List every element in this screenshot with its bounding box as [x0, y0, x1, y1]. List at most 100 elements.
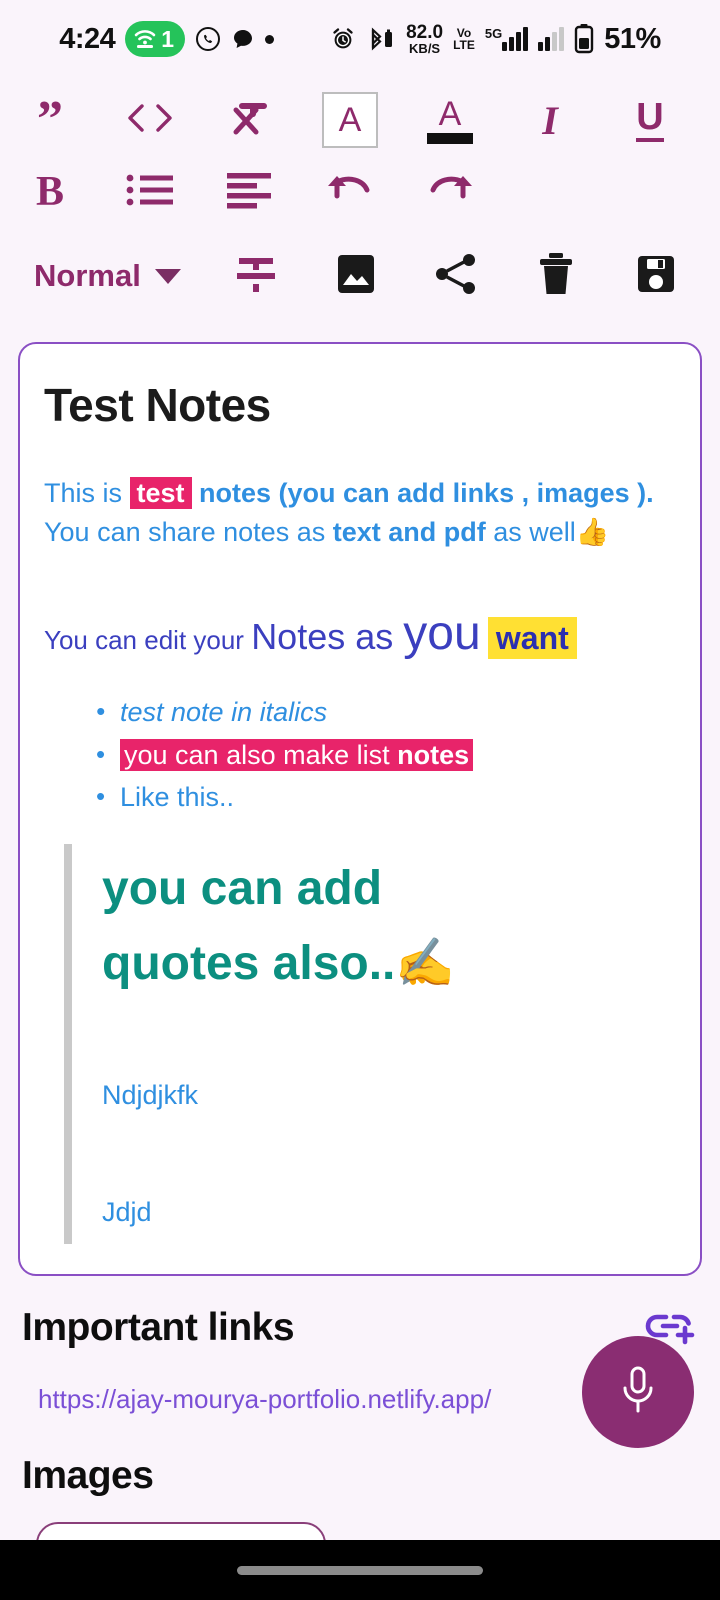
image-icon: [333, 251, 379, 302]
para1-line2-b: text and pdf: [332, 517, 486, 548]
links-section-header: Important links: [22, 1304, 698, 1353]
para2-highlight: want: [487, 617, 577, 660]
share-button[interactable]: [406, 228, 506, 324]
blockquote-line-2-text: quotes also..: [102, 937, 396, 991]
note-blockquote-empty[interactable]: [64, 1009, 676, 1064]
italic-button[interactable]: I: [500, 84, 600, 156]
undo-icon: [324, 170, 376, 215]
note-editor-card[interactable]: Test Notes This is test notes (you can a…: [18, 342, 702, 1276]
undo-button[interactable]: [300, 156, 400, 228]
bold-button[interactable]: B: [0, 156, 100, 228]
blockquote-button[interactable]: ”: [0, 84, 100, 156]
network-speed-indicator: 82.0 KB/S: [406, 23, 443, 55]
editor-toolbar: ” A A I U B Normal: [0, 78, 720, 328]
microphone-icon: [618, 1364, 658, 1421]
toolbar-row-3: Normal: [0, 228, 720, 324]
note-title[interactable]: Test Notes: [44, 378, 676, 432]
background-color-icon: A: [322, 92, 378, 148]
volte-bottom-label: LTE: [453, 38, 475, 52]
toolbar-row-2: B: [0, 156, 720, 228]
redo-icon: [424, 170, 476, 215]
alarm-clock-icon: [330, 26, 356, 52]
note-paragraph-2[interactable]: You can edit your Notes as you want: [44, 598, 676, 670]
whatsapp-icon: [195, 26, 221, 52]
chevron-down-icon: [154, 268, 181, 284]
blockquote-item-1-text: Ndjdjkfk: [102, 1079, 199, 1110]
text-color-letter: A: [438, 94, 462, 133]
clear-format-button[interactable]: [200, 84, 300, 156]
network-speed-unit: KB/S: [409, 41, 441, 56]
code-icon: [124, 100, 176, 141]
line-height-icon: [233, 252, 279, 301]
chat-bubble-icon: [231, 27, 255, 51]
save-note-button[interactable]: [606, 228, 706, 324]
blockquote-line-1: you can add: [102, 861, 383, 915]
status-time: 4:24: [59, 22, 116, 55]
links-section-title: Important links: [22, 1306, 295, 1350]
toolbar-row-1: ” A A I U: [0, 84, 720, 156]
volte-indicator: Vo LTE: [453, 27, 475, 51]
code-block-button[interactable]: [100, 84, 200, 156]
share-icon: [433, 251, 479, 302]
list-item[interactable]: Like this..: [96, 777, 676, 818]
signal-indicator-primary: 5G: [484, 26, 529, 51]
note-blockquote-item-1[interactable]: Ndjdjkfk: [64, 1063, 676, 1127]
bold-icon: B: [35, 169, 64, 215]
bullet-text-2-bold: notes: [397, 739, 470, 770]
text-color-swatch: [427, 132, 473, 144]
blockquote-line-2: quotes also..✍️: [102, 926, 676, 1001]
home-gesture-pill[interactable]: [237, 1565, 483, 1575]
battery-percent: 51%: [604, 22, 661, 55]
para2-mid: Notes as: [251, 616, 404, 658]
para1-text-2: notes (you can add links , images ).: [191, 478, 654, 508]
note-blockquote-item-2[interactable]: Jdjd: [64, 1180, 676, 1244]
note-bullet-list[interactable]: test note in italics you can also make l…: [96, 692, 676, 818]
list-item[interactable]: test note in italics: [96, 692, 676, 733]
note-paragraph-1[interactable]: This is test notes (you can add links , …: [44, 474, 676, 552]
background-color-button[interactable]: A: [300, 84, 400, 156]
align-left-button[interactable]: [200, 156, 300, 228]
insert-image-button[interactable]: [306, 228, 406, 324]
app-screen: 4:24 1 82.0 KB/S Vo LTE 5G 51% ” A A I U…: [0, 0, 720, 1600]
hotspot-badge: 1: [125, 21, 186, 57]
trash-icon: [536, 251, 576, 302]
bullet-text-1: test note in italics: [120, 697, 328, 728]
para1-text-1: This is: [44, 478, 130, 508]
network-type-label: 5G: [484, 26, 503, 41]
signal-bars-secondary: [538, 27, 565, 51]
underline-icon: U: [636, 98, 664, 142]
bluetooth-battery-icon: [366, 26, 396, 52]
para1-highlight: test: [129, 477, 192, 509]
line-height-button[interactable]: [206, 228, 306, 324]
bullet-text-3: Like this..: [120, 782, 235, 813]
voice-record-fab[interactable]: [582, 1336, 694, 1448]
bullet-list-icon: [125, 172, 175, 213]
para1-line2-c: as well: [485, 517, 576, 548]
save-icon: [634, 252, 678, 301]
link-url[interactable]: https://ajay-mourya-portfolio.netlify.ap…: [22, 1384, 491, 1415]
paragraph-style-select[interactable]: Normal: [14, 258, 206, 294]
para1-line2-a: You can share notes as: [44, 517, 333, 548]
text-color-button[interactable]: A: [400, 84, 500, 156]
underline-button[interactable]: U: [600, 84, 700, 156]
align-left-icon: [225, 171, 275, 214]
bullet-list-button[interactable]: [100, 156, 200, 228]
images-section-title: Images: [22, 1453, 154, 1497]
system-navigation-bar: [0, 1540, 720, 1600]
redo-button[interactable]: [400, 156, 500, 228]
paragraph-style-value: Normal: [34, 258, 141, 293]
wifi-hotspot-icon: [133, 28, 157, 50]
delete-note-button[interactable]: [506, 228, 606, 324]
clear-format-icon: [226, 96, 274, 145]
note-blockquote-main[interactable]: you can add quotes also..✍️: [64, 843, 676, 1010]
text-color-icon: A: [427, 97, 473, 144]
dot-icon: [265, 34, 275, 44]
status-bar: 4:24 1 82.0 KB/S Vo LTE 5G 51%: [0, 0, 720, 78]
writing-hand-emoji: ✍️: [395, 935, 456, 992]
hotspot-count: 1: [161, 25, 175, 52]
list-item[interactable]: you can also make list notes: [96, 735, 676, 776]
para2-big: you: [403, 607, 481, 661]
note-blockquote-empty-2[interactable]: [64, 1126, 676, 1181]
italic-icon: I: [542, 97, 558, 143]
network-speed-value: 82.0: [406, 22, 444, 43]
